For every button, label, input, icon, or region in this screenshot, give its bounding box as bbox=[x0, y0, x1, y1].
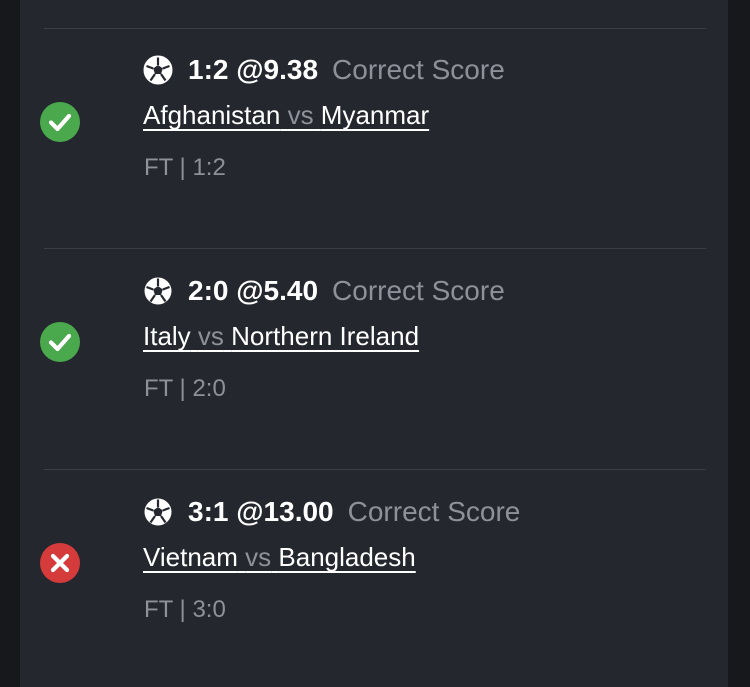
away-team: Myanmar bbox=[320, 100, 430, 130]
divider bbox=[44, 469, 706, 470]
pick-odds: 1:2 @9.38 bbox=[188, 54, 319, 85]
final-result: FT | 3:0 bbox=[144, 596, 226, 623]
bet-headline: 3:1 @13.00 Correct Score bbox=[142, 492, 520, 532]
market-label: Correct Score bbox=[332, 54, 505, 85]
divider bbox=[44, 248, 706, 249]
final-result: FT | 1:2 bbox=[144, 154, 226, 181]
status-win-icon bbox=[40, 102, 80, 142]
vs-label: vs bbox=[245, 542, 272, 572]
soccer-ball-icon bbox=[144, 277, 172, 305]
match-link[interactable]: Afghanistan vs Myanmar bbox=[143, 100, 429, 131]
away-team: Bangladesh bbox=[278, 542, 416, 572]
x-icon bbox=[50, 553, 70, 573]
bet-headline: 1:2 @9.38 Correct Score bbox=[142, 50, 505, 90]
vs-label: vs bbox=[197, 321, 224, 351]
market-label: Correct Score bbox=[332, 275, 505, 306]
match-link[interactable]: Vietnam vs Bangladesh bbox=[143, 542, 416, 573]
bet-headline: 2:0 @5.40 Correct Score bbox=[142, 271, 505, 311]
home-team: Italy bbox=[143, 321, 191, 351]
market-label: Correct Score bbox=[347, 496, 521, 527]
final-result: FT | 2:0 bbox=[144, 375, 226, 402]
soccer-ball-icon bbox=[143, 55, 173, 85]
away-team: Northern Ireland bbox=[231, 321, 420, 351]
status-win-icon bbox=[40, 322, 80, 362]
pick-odds: 3:1 @13.00 bbox=[188, 496, 334, 527]
match-link[interactable]: Italy vs Northern Ireland bbox=[143, 321, 419, 352]
home-team: Afghanistan bbox=[143, 100, 281, 130]
vs-label: vs bbox=[287, 100, 314, 130]
check-icon bbox=[48, 113, 72, 132]
status-loss-icon bbox=[40, 543, 80, 583]
check-icon bbox=[48, 333, 72, 352]
home-team: Vietnam bbox=[143, 542, 238, 572]
soccer-ball-icon bbox=[144, 498, 172, 526]
pick-odds: 2:0 @5.40 bbox=[188, 275, 319, 306]
divider bbox=[44, 28, 706, 29]
